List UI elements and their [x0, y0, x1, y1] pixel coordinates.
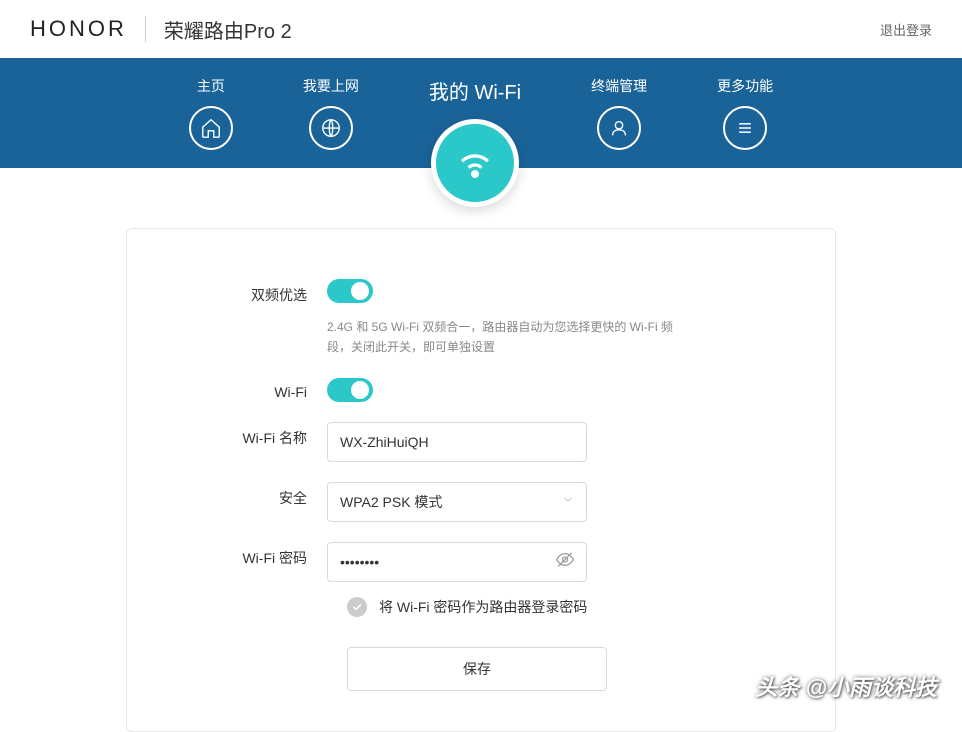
watermark-text: 头条 @小雨谈科技 — [755, 670, 937, 702]
dual-band-toggle[interactable] — [327, 279, 373, 303]
password-label: Wi-Fi 密码 — [197, 542, 327, 568]
security-select[interactable]: WPA2 PSK 模式 — [327, 482, 587, 522]
product-name: 荣耀路由Pro 2 — [164, 15, 292, 44]
dual-band-help-text: 2.4G 和 5G Wi-Fi 双频合一，路由器自动为您选择更快的 Wi-Fi … — [327, 317, 687, 358]
menu-icon — [723, 106, 767, 150]
security-label: 安全 — [197, 482, 327, 508]
wifi-enable-toggle[interactable] — [327, 378, 373, 402]
header-left: HONOR 荣耀路由Pro 2 — [30, 15, 292, 44]
brand-logo: HONOR — [30, 16, 127, 42]
use-as-login-checkbox[interactable] — [347, 597, 367, 617]
wifi-name-row: Wi-Fi 名称 — [197, 422, 765, 462]
wifi-name-input[interactable] — [327, 422, 587, 462]
eye-hidden-icon[interactable] — [555, 549, 575, 574]
user-icon — [597, 106, 641, 150]
logout-link[interactable]: 退出登录 — [880, 20, 932, 39]
wifi-enable-label: Wi-Fi — [197, 378, 327, 400]
wifi-name-label: Wi-Fi 名称 — [197, 422, 327, 448]
chevron-down-icon — [561, 492, 575, 511]
globe-icon — [309, 106, 353, 150]
dual-band-label: 双频优选 — [197, 279, 327, 305]
nav-home[interactable]: 主页 — [189, 76, 233, 150]
home-icon — [189, 106, 233, 150]
nav-internet[interactable]: 我要上网 — [303, 76, 359, 150]
nav-bar: 主页 我要上网 我的 Wi-Fi 终端管理 更多功能 — [0, 58, 962, 168]
use-as-login-label: 将 Wi-Fi 密码作为路由器登录密码 — [379, 597, 587, 617]
password-row: Wi-Fi 密码 — [197, 542, 765, 582]
save-button[interactable]: 保存 — [347, 647, 607, 691]
header-bar: HONOR 荣耀路由Pro 2 退出登录 — [0, 0, 962, 58]
nav-wifi-label: 我的 Wi-Fi — [429, 76, 521, 105]
nav-devices-label: 终端管理 — [591, 76, 647, 96]
wifi-icon — [431, 119, 519, 207]
wifi-settings-card: 双频优选 2.4G 和 5G Wi-Fi 双频合一，路由器自动为您选择更快的 W… — [126, 228, 836, 732]
nav-more[interactable]: 更多功能 — [717, 76, 773, 150]
dual-band-row: 双频优选 2.4G 和 5G Wi-Fi 双频合一，路由器自动为您选择更快的 W… — [197, 279, 765, 358]
wifi-password-input[interactable] — [327, 542, 587, 582]
nav-more-label: 更多功能 — [717, 76, 773, 96]
nav-wifi[interactable]: 我的 Wi-Fi — [429, 76, 521, 207]
nav-internet-label: 我要上网 — [303, 76, 359, 96]
wifi-enable-row: Wi-Fi — [197, 378, 765, 402]
nav-devices[interactable]: 终端管理 — [591, 76, 647, 150]
nav-home-label: 主页 — [197, 76, 225, 96]
security-value: WPA2 PSK 模式 — [327, 482, 587, 522]
header-divider — [145, 16, 146, 42]
security-row: 安全 WPA2 PSK 模式 — [197, 482, 765, 522]
content-area: 双频优选 2.4G 和 5G Wi-Fi 双频合一，路由器自动为您选择更快的 W… — [0, 168, 962, 732]
use-as-login-row: 将 Wi-Fi 密码作为路由器登录密码 — [347, 597, 765, 617]
